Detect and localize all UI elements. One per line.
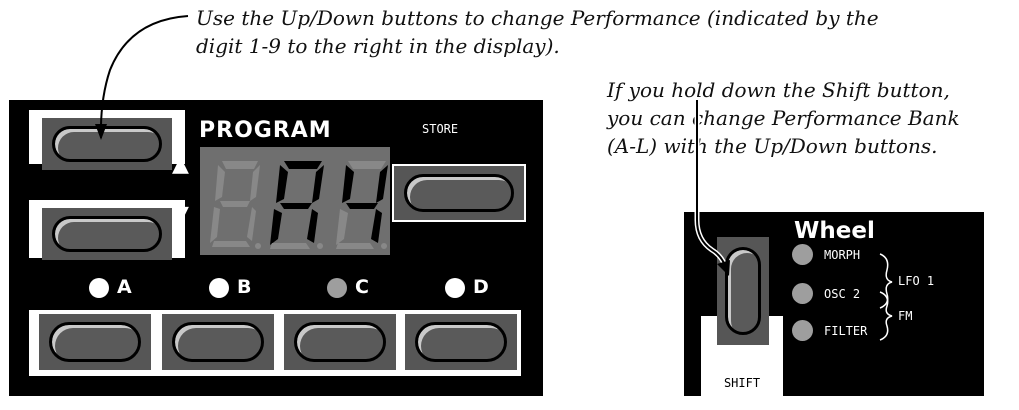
- right-annotation-line-2: you can change Performance Bank: [607, 106, 960, 130]
- out-mode-label: OUT MODE: [189, 380, 247, 394]
- store-label: STORE: [422, 122, 459, 136]
- led-b: [209, 278, 229, 298]
- group-lfo1: LFO 1: [898, 274, 935, 288]
- up-button[interactable]: [42, 118, 172, 170]
- prog-ctrl-label: PROG. CTRL: [424, 380, 498, 394]
- tune-button[interactable]: [39, 314, 151, 370]
- down-button[interactable]: [42, 208, 172, 260]
- display-digits: [210, 161, 388, 249]
- store-button[interactable]: [392, 164, 526, 222]
- up-arrow-icon: ▲: [172, 152, 189, 177]
- right-annotation-line-1: If you hold down the Shift button,: [607, 78, 950, 102]
- led-d: [445, 278, 465, 298]
- seven-segment-display: A4: [200, 147, 390, 255]
- wheel-panel: Wheel SHIFT MORPH OSC 2 FILTER LFO 1 FM: [684, 212, 984, 396]
- group-braces: [879, 253, 893, 341]
- out-mode-button[interactable]: [162, 314, 274, 370]
- program-panel: ▲ ▼ PROGRAM STORE A B C D TUNE OUT MODE …: [9, 100, 543, 396]
- top-annotation-line-1: Use the Up/Down buttons to change Perfor…: [196, 6, 879, 30]
- local-button[interactable]: [284, 314, 396, 370]
- down-arrow-icon: ▼: [172, 202, 189, 227]
- local-label: LOCAL: [321, 380, 359, 394]
- top-annotation: Use the Up/Down buttons to change Perfor…: [196, 4, 879, 60]
- led-a-label: A: [117, 276, 132, 298]
- right-annotation-line-3: (A-L) with the Up/Down buttons.: [607, 134, 938, 158]
- tune-label: TUNE: [80, 380, 110, 394]
- led-c: [327, 278, 347, 298]
- prog-ctrl-button[interactable]: [405, 314, 517, 370]
- led-a: [89, 278, 109, 298]
- led-d-label: D: [473, 276, 489, 298]
- group-fm: FM: [898, 309, 913, 323]
- program-title: PROGRAM: [199, 118, 332, 143]
- right-annotation: If you hold down the Shift button, you c…: [607, 76, 960, 160]
- top-annotation-line-2: digit 1-9 to the right in the display).: [196, 34, 560, 58]
- led-b-label: B: [237, 276, 252, 298]
- led-c-label: C: [355, 276, 369, 298]
